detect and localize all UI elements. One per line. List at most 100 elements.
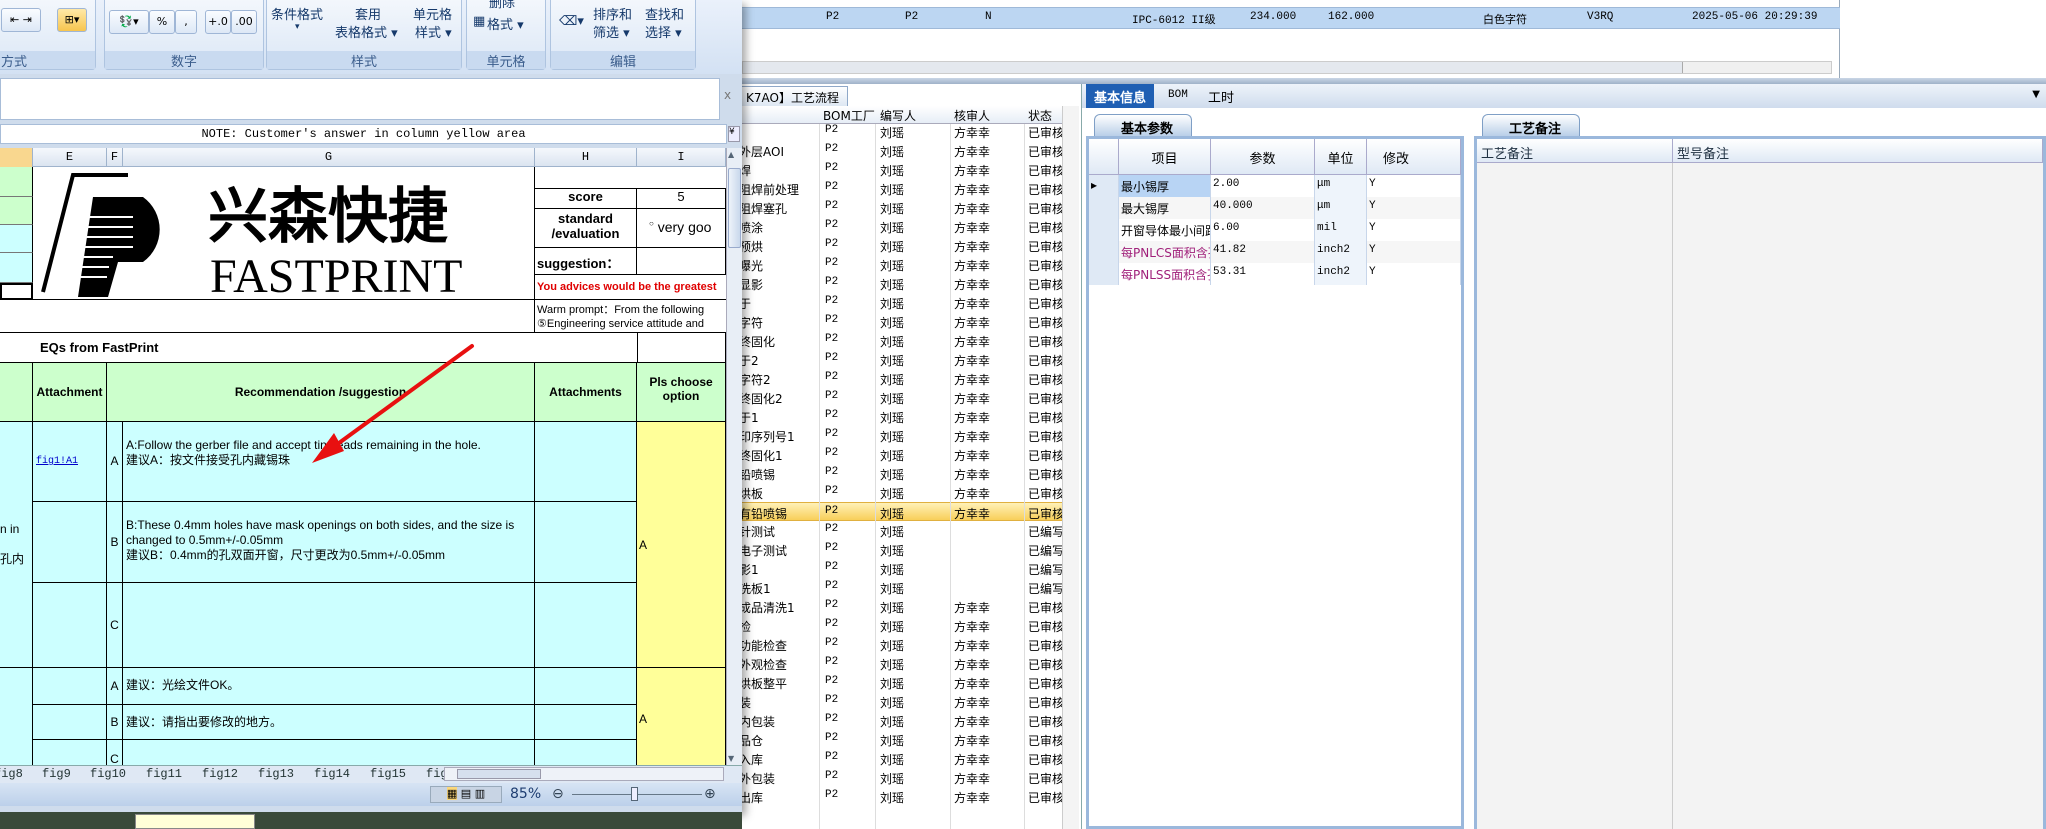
process-row[interactable]: 外包装 P2 刘瑶 方幸幸 已审核	[737, 768, 1062, 787]
process-row[interactable]: 品仓 P2 刘瑶 方幸幸 已审核	[737, 730, 1062, 749]
process-row[interactable]: 检 P2 刘瑶 方幸幸 已审核	[737, 616, 1062, 635]
horizontal-scrollbar[interactable]	[742, 61, 1832, 74]
process-row[interactable]: 成品清洗1 P2 刘瑶 方幸幸 已审核	[737, 597, 1062, 616]
vertical-scrollbar[interactable]: ▲ ▼	[726, 148, 742, 765]
delete-button[interactable]: 删除	[489, 0, 515, 11]
table-format-button[interactable]: 套用	[355, 4, 381, 23]
process-row[interactable]: 烘板整平 P2 刘瑶 方幸幸 已审核	[737, 673, 1062, 692]
view-buttons[interactable]: ▦ ▤ ▥	[430, 786, 502, 803]
page-break-icon[interactable]: ▥	[475, 787, 485, 800]
scroll-thumb[interactable]	[743, 62, 1683, 73]
scroll-down-icon[interactable]: ▼	[728, 754, 734, 763]
table-format-button-2[interactable]: 表格格式 ▾	[335, 22, 398, 41]
zoom-in-icon[interactable]: ⊕	[704, 786, 716, 802]
sheet-tab[interactable]: fig10	[90, 767, 126, 781]
process-row[interactable]: 出库 P2 刘瑶 方幸幸 已审核	[737, 787, 1062, 806]
tab-basic-params[interactable]: 基本参数	[1094, 114, 1193, 137]
tab-work-hours[interactable]: 工时	[1200, 84, 1242, 108]
column-header[interactable]: 工艺备注	[1477, 139, 1673, 163]
process-row[interactable]: 入库 P2 刘瑶 方幸幸 已审核	[737, 749, 1062, 768]
param-unit[interactable]: μm	[1315, 175, 1367, 197]
param-mod[interactable]: Y	[1367, 197, 1461, 219]
field[interactable]	[135, 814, 255, 829]
zoom-out-icon[interactable]: ⊖	[552, 786, 564, 802]
param-value[interactable]: 41.82	[1211, 241, 1315, 263]
param-value[interactable]: 40.000	[1211, 197, 1315, 219]
process-row[interactable]: 字符2 P2 刘瑶 方幸幸 已审核	[737, 369, 1062, 388]
page-layout-icon[interactable]: ▤	[461, 787, 471, 800]
process-row[interactable]: 功能检查 P2 刘瑶 方幸幸 已审核	[737, 635, 1062, 654]
process-row[interactable]: P2 刘瑶 方幸幸 已审核	[737, 122, 1062, 141]
param-item[interactable]: 每PNLSS面积含孔	[1119, 263, 1211, 285]
zoom-level[interactable]: 85%	[510, 786, 541, 802]
sheet-tab[interactable]: fig15	[370, 767, 406, 781]
param-mod[interactable]: Y	[1367, 241, 1461, 263]
cell-style-button[interactable]: 单元格	[413, 4, 452, 23]
process-row[interactable]: 预烘 P2 刘瑶 方幸幸 已审核	[737, 236, 1062, 255]
param-item[interactable]: 每PNLCS面积含孔	[1119, 241, 1211, 263]
process-row[interactable]: 焊 P2 刘瑶 方幸幸 已审核	[737, 160, 1062, 179]
comma-button[interactable]: ,	[175, 10, 197, 34]
process-row[interactable]: 喷涂 P2 刘瑶 方幸幸 已审核	[737, 217, 1062, 236]
vertical-scrollbar[interactable]	[1062, 106, 1079, 829]
process-row[interactable]: 有铅喷锡 P2 刘瑶 方幸幸 已审核	[737, 502, 1062, 521]
process-row[interactable]: 终固化1 P2 刘瑶 方幸幸 已审核	[737, 445, 1062, 464]
find-select-button[interactable]: 查找和	[645, 4, 684, 23]
process-row[interactable]: 针测试 P2 刘瑶 已编写	[737, 521, 1062, 540]
decrease-decimal-button[interactable]: .00	[231, 10, 257, 34]
process-row[interactable]: 外层AOI P2 刘瑶 方幸幸 已审核	[737, 141, 1062, 160]
param-row[interactable]: 开窗导体最小间距 6.00 mil Y	[1089, 219, 1461, 241]
process-row[interactable]: 阻焊前处理 P2 刘瑶 方幸幸 已审核	[737, 179, 1062, 198]
process-row[interactable]: 外观检查 P2 刘瑶 方幸幸 已审核	[737, 654, 1062, 673]
sheet-tab[interactable]: fig8	[0, 767, 23, 781]
column-header[interactable]: 单位	[1315, 139, 1367, 175]
tab-process-remarks[interactable]: 工艺备注	[1482, 114, 1581, 137]
column-header[interactable]: 修改	[1367, 139, 1461, 175]
formula-bar[interactable]	[0, 78, 720, 120]
find-select-button-2[interactable]: 选择 ▾	[645, 22, 682, 41]
normal-view-icon[interactable]: ▦	[446, 787, 458, 800]
worksheet[interactable]: 兴森快捷 FASTPRINT score 5 standard /evaluat…	[0, 167, 726, 765]
param-unit[interactable]: mil	[1315, 219, 1367, 241]
scroll-thumb[interactable]	[457, 769, 541, 779]
process-row[interactable]: 烘板 P2 刘瑶 方幸幸 已审核	[737, 483, 1062, 502]
process-remark-field[interactable]	[1477, 163, 1673, 829]
column-header[interactable]: G	[123, 148, 535, 167]
column-header[interactable]: 参数	[1211, 139, 1315, 175]
param-mod[interactable]: Y	[1367, 263, 1461, 285]
process-row[interactable]: 装 P2 刘瑶 方幸幸 已审核	[737, 692, 1062, 711]
process-row[interactable]: 终固化 P2 刘瑶 方幸幸 已审核	[737, 331, 1062, 350]
cell-style-button-2[interactable]: 样式 ▾	[415, 22, 452, 41]
currency-icon[interactable]: 💱▾	[109, 10, 149, 34]
param-mod[interactable]: Y	[1367, 175, 1461, 197]
process-row[interactable]: 终固化2 P2 刘瑶 方幸幸 已审核	[737, 388, 1062, 407]
scroll-up-icon[interactable]: ▲	[728, 150, 734, 159]
sheet-tab[interactable]: fig13	[258, 767, 294, 781]
process-row[interactable]: 影1 P2 刘瑶 已编写	[737, 559, 1062, 578]
process-row[interactable]: 于2 P2 刘瑶 方幸幸 已审核	[737, 350, 1062, 369]
percent-button[interactable]: %	[149, 10, 175, 34]
sheet-tab[interactable]: fig9	[42, 767, 71, 781]
column-header[interactable]: H	[535, 148, 637, 167]
process-row[interactable]: 电子测试 P2 刘瑶 已编写	[737, 540, 1062, 559]
param-value[interactable]: 2.00	[1211, 175, 1315, 197]
param-unit[interactable]: inch2	[1315, 263, 1367, 285]
param-row[interactable]: 每PNLCS面积含孔 41.82 inch2 Y	[1089, 241, 1461, 263]
process-row[interactable]: 洗板1 P2 刘瑶 已编写	[737, 578, 1062, 597]
clear-icon[interactable]: ⌫▾	[559, 14, 584, 29]
process-row[interactable]: 印序列号1 P2 刘瑶 方幸幸 已审核	[737, 426, 1062, 445]
process-row[interactable]: 曝光 P2 刘瑶 方幸幸 已审核	[737, 255, 1062, 274]
close-formula-button[interactable]: x	[724, 88, 731, 102]
process-row[interactable]: 铅喷锡 P2 刘瑶 方幸幸 已审核	[737, 464, 1062, 483]
indent-icon[interactable]: ⇤ ⇥	[1, 8, 41, 32]
increase-decimal-button[interactable]: +.0	[205, 10, 231, 34]
sort-filter-button-2[interactable]: 筛选 ▾	[593, 22, 630, 41]
column-header[interactable]: F	[107, 148, 123, 167]
conditional-format-button[interactable]: 条件格式	[271, 4, 323, 23]
model-remark-field[interactable]	[1673, 163, 2043, 829]
column-header-d[interactable]	[0, 148, 33, 167]
column-header[interactable]: 型号备注	[1673, 139, 2043, 163]
param-item[interactable]: 开窗导体最小间距	[1119, 219, 1211, 241]
sheet-tab[interactable]: fig14	[314, 767, 350, 781]
sheet-tab[interactable]: fig12	[202, 767, 238, 781]
